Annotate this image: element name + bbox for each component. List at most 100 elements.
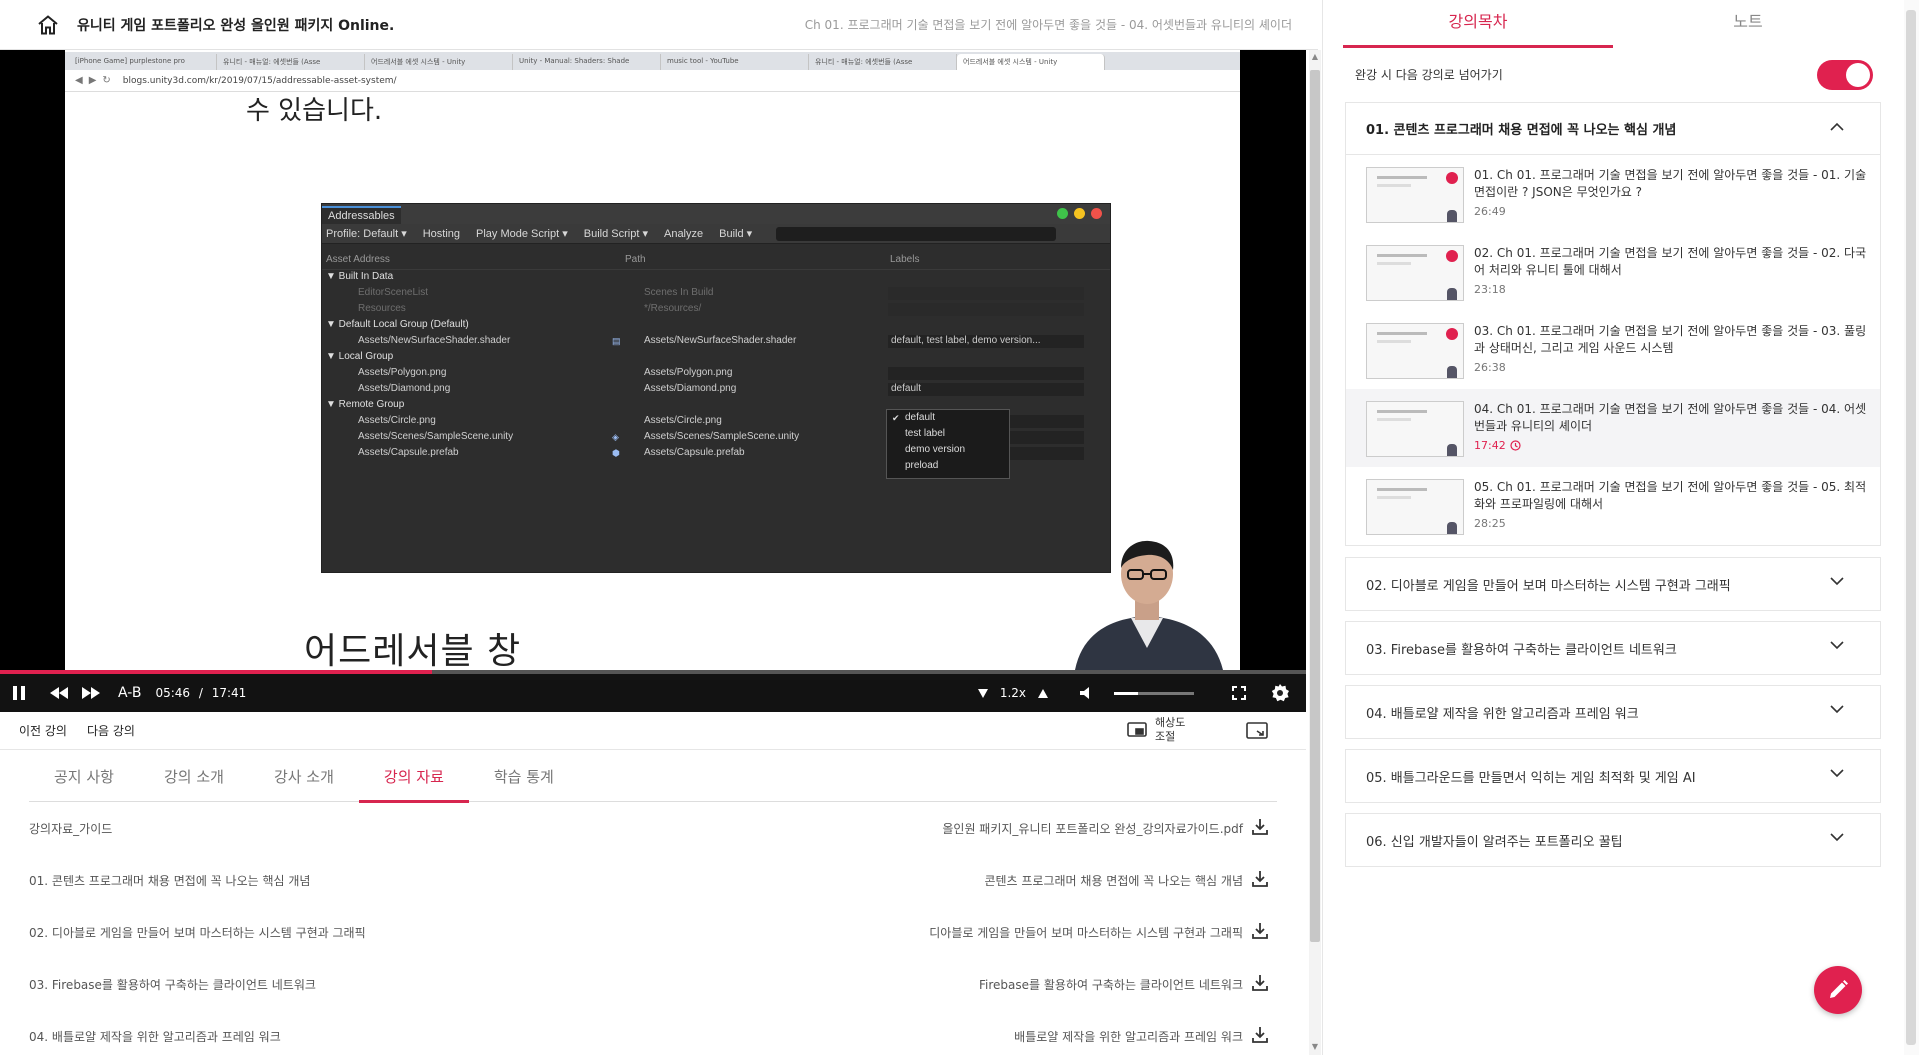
tab-3[interactable]: 강의 자료 [358,756,469,803]
lesson-item[interactable]: 04. Ch 01. 프로그래머 기술 면접을 보기 전에 알아두면 좋을 것들… [1346,389,1880,467]
chevron-down-icon [1830,705,1844,714]
pip-icon[interactable] [1246,722,1268,744]
material-file-link[interactable]: Firebase를 활용하여 구축하는 클라이언트 네트워크 [979,976,1243,993]
addressables-row: Assets/NewSurfaceShader.shader Assets/New… [322,334,1110,350]
next-lecture-button[interactable]: 다음 강의 [87,722,135,739]
yellow-dot-icon [1074,208,1085,219]
recorded-address-bar: ◀▶↻ blogs.unity3d.com/kr/2019/07/15/addr… [65,70,1240,92]
label-option: demo version [887,442,1009,458]
scroll-down-icon[interactable]: ▼ [1310,1042,1320,1051]
presenter-image [1075,540,1223,670]
forward-icon[interactable] [78,674,104,712]
tab-4[interactable]: 학습 통계 [469,756,579,801]
labels-popup: ✔ default test label demo version preload [886,409,1010,479]
red-dot-icon [1091,208,1102,219]
speed-up-icon[interactable] [1032,674,1054,712]
lesson-duration: 26:49 [1474,205,1506,218]
lesson-item[interactable]: 05. Ch 01. 프로그래머 기술 면접을 보기 전에 알아두면 좋을 것들… [1346,467,1880,545]
lesson-thumbnail [1366,323,1464,379]
ab-repeat-button[interactable]: A-B [118,674,141,712]
asset-label [888,367,1084,380]
addressables-tool: Analyze [663,227,704,240]
chevron-down-icon [1830,769,1844,778]
label-option-text: test label [905,428,946,439]
section-header[interactable]: 02. 디아블로 게임을 만들어 보며 마스터하는 시스템 구현과 그래픽 [1346,558,1880,610]
resolution-button[interactable]: 해상도 조절 [1127,716,1185,744]
tab-1[interactable]: 강의 소개 [139,756,249,801]
prev-lecture-button[interactable]: 이전 강의 [19,722,67,739]
col-labels: Labels [890,254,920,265]
section-title: 04. 배틀로얄 제작을 위한 알고리즘과 프레임 워크 [1366,706,1639,722]
note-edit-button[interactable] [1814,966,1862,1014]
speed-down-icon[interactable] [972,674,994,712]
rewind-icon[interactable] [40,674,78,712]
resolution-label-1: 해상도 [1155,716,1186,729]
section-header[interactable]: 01. 콘텐츠 프로그래머 채용 면접에 꼭 나오는 핵심 개념 [1346,103,1880,155]
video-frame: [iPhone Game] purplestone pro 유니티 - 매뉴얼: … [65,50,1240,672]
asset-address: Assets/Scenes/SampleScene.unity [358,431,514,442]
video-player[interactable]: [iPhone Game] purplestone pro 유니티 - 매뉴얼: … [0,50,1306,712]
chevron-down-icon [1830,577,1844,586]
recorded-browser-tab: 어드레서블 에셋 시스템 - Unity [365,54,513,70]
material-file-link[interactable]: 디아블로 게임을 만들어 보며 마스터하는 시스템 구현과 그래픽 [929,924,1243,941]
tab-2[interactable]: 강사 소개 [249,756,359,801]
home-icon[interactable] [35,12,61,38]
pause-icon[interactable] [0,674,38,712]
download-icon[interactable] [1251,818,1269,836]
lesson-duration: 17:42 [1474,439,1506,452]
lesson-item[interactable]: 02. Ch 01. 프로그래머 기술 면접을 보기 전에 알아두면 좋을 것들… [1346,233,1880,311]
material-file-link[interactable]: 올인원 패키지_유니티 포트폴리오 완성_강의자료가이드.pdf [942,820,1243,837]
section-title: 01. 콘텐츠 프로그래머 채용 면접에 꼭 나오는 핵심 개념 [1366,123,1677,138]
section-header[interactable]: 03. Firebase를 활용하여 구축하는 클라이언트 네트워크 [1346,622,1880,674]
addressables-row: Resources */Resources/ [322,302,1110,318]
lesson-title: 05. Ch 01. 프로그래머 기술 면접을 보기 전에 알아두면 좋을 것들… [1474,480,1867,511]
lesson-title: 04. Ch 01. 프로그래머 기술 면접을 보기 전에 알아두면 좋을 것들… [1474,402,1867,433]
material-file-link[interactable]: 배틀로얄 제작을 위한 알고리즘과 프레임 워크 [1014,1028,1243,1045]
section-header[interactable]: 04. 배틀로얄 제작을 위한 알고리즘과 프레임 워크 [1346,686,1880,738]
material-file-link[interactable]: 콘텐츠 프로그래머 채용 면접에 꼭 나오는 핵심 개념 [984,872,1243,889]
tab-note[interactable]: 노트 [1613,0,1883,48]
lesson-item[interactable]: 01. Ch 01. 프로그래머 기술 면접을 보기 전에 알아두면 좋을 것들… [1346,155,1880,233]
addressables-row: Assets/Polygon.png Assets/Polygon.png [322,366,1110,382]
autoplay-toggle[interactable] [1817,60,1873,90]
asset-path: Assets/Circle.png [644,415,722,426]
download-icon[interactable] [1251,870,1269,888]
lesson-list: 01. Ch 01. 프로그래머 기술 면접을 보기 전에 알아두면 좋을 것들… [1346,155,1880,545]
recorded-browser-tab: 유니티 - 매뉴얼: 에셋번들 (Asse [217,54,365,70]
lecture-tabs: 공지 사항 강의 소개 강사 소개 강의 자료 학습 통계 [29,756,1277,803]
fullscreen-icon[interactable] [1224,674,1254,712]
material-row: 강의자료_가이드 올인원 패키지_유니티 포트폴리오 완성_강의자료가이드.pdf [29,802,1277,854]
section-header[interactable]: 06. 신입 개발자들이 알려주는 포트폴리오 꿀팁 [1346,814,1880,866]
asset-path: Assets/Scenes/SampleScene.unity [644,431,800,442]
sidebar-scrollbar-thumb[interactable] [1906,10,1916,1045]
lesson-title: 01. Ch 01. 프로그래머 기술 면접을 보기 전에 알아두면 좋을 것들… [1474,168,1867,199]
scroll-up-icon[interactable]: ▲ [1310,52,1320,61]
section-header[interactable]: 05. 배틀그라운드를 만들면서 익히는 게임 최적화 및 게임 AI [1346,750,1880,802]
tab-0[interactable]: 공지 사항 [29,756,139,801]
download-icon[interactable] [1251,922,1269,940]
addressables-row: EditorSceneList Scenes In Build [322,286,1110,302]
volume-icon[interactable] [1072,674,1102,712]
tab-toc[interactable]: 강의목차 [1343,0,1613,48]
col-asset-address: Asset Address [326,254,390,265]
addressables-row: Assets/Diamond.png Assets/Diamond.png defa… [322,382,1110,398]
settings-gear-icon[interactable] [1260,674,1300,712]
chevron-down-icon [1830,833,1844,842]
main-scrollbar-thumb[interactable] [1310,70,1320,942]
addressables-toolbar: Profile: Default ▾ Hosting Play Mode Scrip… [322,224,1110,244]
asset-path: Assets/NewSurfaceShader.shader [644,335,797,346]
section-title: 03. Firebase를 활용하여 구축하는 클라이언트 네트워크 [1366,642,1677,658]
volume-slider[interactable] [1114,691,1194,695]
lesson-item[interactable]: 03. Ch 01. 프로그래머 기술 면접을 보기 전에 알아두면 좋을 것들… [1346,311,1880,389]
download-icon[interactable] [1251,1026,1269,1044]
asset-address: EditorSceneList [358,287,429,298]
label-option: preload [887,458,1009,474]
slide-top-text: 수 있습니다. [246,96,383,126]
completed-check-icon [1446,250,1458,262]
download-icon[interactable] [1251,974,1269,992]
time-display: 05:46 / 17:41 [155,686,246,700]
recorded-browser-tabs: [iPhone Game] purplestone pro 유니티 - 매뉴얼: … [65,52,1240,70]
material-row: 02. 디아블로 게임을 만들어 보며 마스터하는 시스템 구현과 그래픽 디아블… [29,906,1277,958]
current-time: 05:46 [155,686,191,700]
addressables-window: Addressables Profile: Default ▾ Hosting Pl… [321,203,1111,573]
